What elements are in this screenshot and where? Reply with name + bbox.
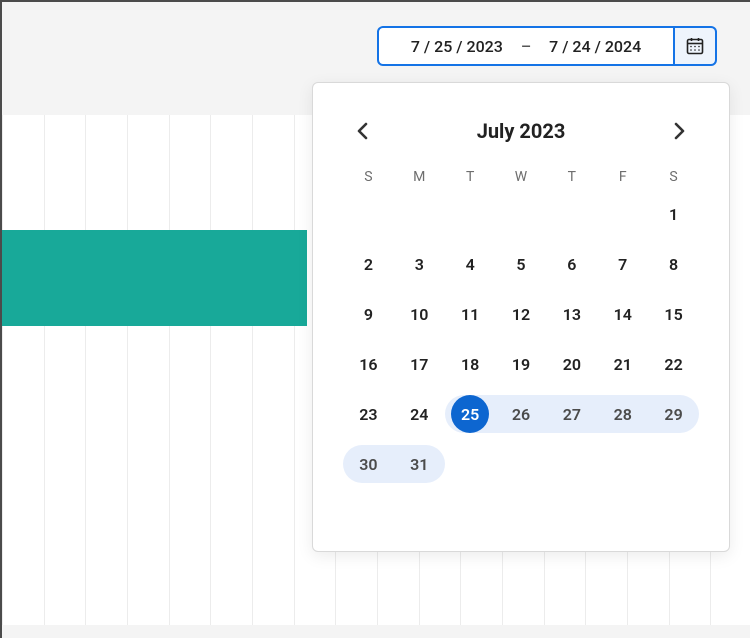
calendar-day[interactable]: 20 (546, 345, 597, 383)
calendar-day-number: 2 (364, 255, 373, 274)
calendar-day-number: 10 (410, 305, 428, 324)
calendar-day[interactable]: 22 (648, 345, 699, 383)
calendar-day-number: 11 (461, 305, 479, 324)
calendar-day[interactable]: 4 (445, 245, 496, 283)
chevron-left-icon (355, 120, 371, 142)
calendar-day-number: 15 (664, 305, 682, 324)
calendar-day-number: 9 (364, 305, 373, 324)
calendar-day[interactable]: 19 (496, 345, 547, 383)
calendar-day[interactable]: 1 (648, 195, 699, 233)
calendar-day-number: 3 (415, 255, 424, 274)
calendar-day[interactable]: 30 (343, 445, 394, 483)
calendar-day-number: 22 (664, 355, 682, 374)
calendar-month-title: July 2023 (477, 119, 566, 143)
date-range-field-wrap: 7 / 25 / 2023 – 7 / 24 / 2024 (377, 26, 717, 66)
calendar-day[interactable]: 25 (445, 395, 496, 433)
calendar-day[interactable]: 10 (394, 295, 445, 333)
calendar-day-number: 7 (618, 255, 627, 274)
calendar-day-number: 26 (512, 405, 530, 424)
calendar-day-number: 14 (614, 305, 632, 324)
dow-label: W (496, 169, 547, 185)
calendar-week-row: 16 17 18 19 20 21 22 (343, 345, 699, 383)
calendar-day[interactable]: 7 (597, 245, 648, 283)
calendar-day[interactable]: 26 (496, 395, 547, 433)
calendar-day-number: 29 (664, 405, 682, 424)
calendar-day-number: 25 (461, 405, 479, 424)
calendar-grid: 1234567891011121314151617181920212223242… (343, 195, 699, 483)
open-calendar-button[interactable] (675, 26, 717, 66)
prev-month-button[interactable] (343, 111, 383, 151)
calendar-day[interactable]: 28 (597, 395, 648, 433)
calendar-day-number: 19 (512, 355, 530, 374)
calendar-day-number: 1 (669, 205, 678, 224)
dow-label: M (394, 169, 445, 185)
calendar-day-number: 28 (614, 405, 632, 424)
calendar-day[interactable]: 5 (496, 245, 547, 283)
calendar-icon (685, 36, 705, 56)
start-date-value: 7 / 25 / 2023 (411, 37, 503, 56)
calendar-popover: July 2023 S M T W T F S 1234567891011121… (312, 82, 730, 552)
date-range-dash: – (521, 37, 531, 56)
calendar-week-row: 2 3 4 5 6 7 8 (343, 245, 699, 283)
chevron-right-icon (671, 120, 687, 142)
calendar-day-number: 21 (614, 355, 632, 374)
calendar-week-row: 30 31 (343, 445, 699, 483)
calendar-day[interactable]: 21 (597, 345, 648, 383)
calendar-day[interactable]: 9 (343, 295, 394, 333)
calendar-day-number: 24 (410, 405, 428, 424)
calendar-day-number: 8 (669, 255, 678, 274)
calendar-day[interactable]: 18 (445, 345, 496, 383)
calendar-day-number: 12 (512, 305, 530, 324)
calendar-day[interactable]: 14 (597, 295, 648, 333)
day-of-week-row: S M T W T F S (343, 169, 699, 185)
calendar-day[interactable]: 31 (394, 445, 445, 483)
calendar-day[interactable]: 17 (394, 345, 445, 383)
calendar-week-row: 23 24 25 26 27 28 29 (343, 395, 699, 433)
calendar-day[interactable]: 13 (546, 295, 597, 333)
chart-bar (2, 230, 307, 326)
calendar-day[interactable]: 27 (546, 395, 597, 433)
calendar-day[interactable]: 23 (343, 395, 394, 433)
calendar-day[interactable]: 3 (394, 245, 445, 283)
dow-label: S (343, 169, 394, 185)
dow-label: T (546, 169, 597, 185)
calendar-day-number: 16 (359, 355, 377, 374)
calendar-day-number: 23 (359, 405, 377, 424)
dow-label: T (445, 169, 496, 185)
calendar-day[interactable]: 8 (648, 245, 699, 283)
calendar-header: July 2023 (343, 111, 699, 151)
calendar-day[interactable]: 24 (394, 395, 445, 433)
calendar-day-number: 5 (516, 255, 525, 274)
calendar-day-number: 27 (563, 405, 581, 424)
end-date-value: 7 / 24 / 2024 (549, 37, 641, 56)
calendar-day[interactable]: 2 (343, 245, 394, 283)
calendar-day-number: 18 (461, 355, 479, 374)
calendar-day[interactable]: 16 (343, 345, 394, 383)
calendar-day-number: 31 (410, 455, 428, 474)
calendar-day[interactable]: 12 (496, 295, 547, 333)
calendar-week-row: 9 10 11 12 13 14 15 (343, 295, 699, 333)
calendar-week-row: 1 (343, 195, 699, 233)
calendar-day[interactable]: 15 (648, 295, 699, 333)
calendar-day-number: 17 (410, 355, 428, 374)
dow-label: F (597, 169, 648, 185)
next-month-button[interactable] (659, 111, 699, 151)
calendar-day[interactable]: 6 (546, 245, 597, 283)
calendar-day[interactable]: 29 (648, 395, 699, 433)
calendar-day-number: 6 (567, 255, 576, 274)
calendar-day-number: 30 (359, 455, 377, 474)
calendar-day-number: 13 (563, 305, 581, 324)
date-range-input[interactable]: 7 / 25 / 2023 – 7 / 24 / 2024 (377, 26, 675, 66)
calendar-day-number: 4 (466, 255, 475, 274)
dow-label: S (648, 169, 699, 185)
calendar-day[interactable]: 11 (445, 295, 496, 333)
calendar-day-number: 20 (563, 355, 581, 374)
